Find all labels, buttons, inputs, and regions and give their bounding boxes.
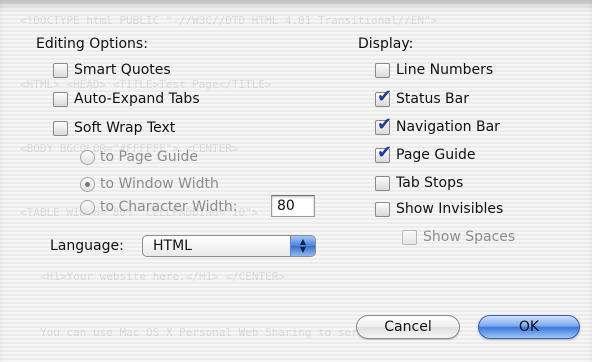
wrap-to-page-guide-label: to Page Guide: [100, 149, 198, 165]
checkbox-box[interactable]: [53, 120, 68, 136]
smart-quotes-checkbox[interactable]: Smart Quotes: [53, 62, 171, 78]
display-heading: Display:: [358, 36, 414, 52]
text-options-sheet: <!DOCTYPE html PUBLIC "-//W3C//DTD HTML …: [0, 0, 592, 362]
checkbox-box[interactable]: [375, 201, 390, 217]
language-label: Language:: [50, 238, 124, 254]
checkbox-box[interactable]: [375, 175, 390, 191]
checkbox-box[interactable]: [375, 62, 390, 78]
soft-wrap-text-label: Soft Wrap Text: [74, 120, 176, 136]
tab-stops-label: Tab Stops: [396, 175, 464, 191]
ok-button[interactable]: OK: [478, 315, 580, 339]
wrap-to-page-guide-radio[interactable]: to Page Guide: [80, 149, 198, 165]
page-guide-checkbox[interactable]: ✔ Page Guide: [375, 143, 476, 163]
radio-button[interactable]: [80, 199, 95, 215]
wrap-to-character-width-label: to Character Width:: [100, 199, 238, 215]
checkbox-box-disabled[interactable]: [402, 229, 417, 245]
auto-expand-tabs-label: Auto-Expand Tabs: [74, 91, 200, 107]
checkmark-icon: ✔: [377, 141, 393, 163]
editing-options-heading: Editing Options:: [36, 36, 148, 52]
line-numbers-checkbox[interactable]: Line Numbers: [375, 62, 493, 78]
show-spaces-checkbox[interactable]: Show Spaces: [402, 229, 515, 245]
checkmark-icon: ✔: [377, 85, 393, 107]
auto-expand-tabs-checkbox[interactable]: Auto-Expand Tabs: [53, 91, 200, 107]
radio-button[interactable]: [80, 149, 95, 165]
tab-stops-checkbox[interactable]: Tab Stops: [375, 175, 463, 191]
status-bar-label: Status Bar: [396, 91, 470, 107]
show-invisibles-checkbox[interactable]: Show Invisibles: [375, 201, 503, 217]
show-invisibles-label: Show Invisibles: [396, 201, 504, 217]
checkbox-box[interactable]: [53, 62, 68, 78]
checkmark-icon: ✔: [377, 113, 393, 135]
language-popup[interactable]: HTML ▲ ▼: [142, 235, 316, 257]
soft-wrap-text-checkbox[interactable]: Soft Wrap Text: [53, 120, 175, 136]
checkbox-box-checked[interactable]: ✔: [375, 143, 392, 163]
cancel-button[interactable]: Cancel: [356, 315, 460, 339]
line-numbers-label: Line Numbers: [396, 62, 494, 78]
navigation-bar-checkbox[interactable]: ✔ Navigation Bar: [375, 115, 500, 135]
language-popup-value: HTML: [153, 238, 192, 254]
checkbox-box[interactable]: [53, 91, 68, 107]
wrap-to-window-width-label: to Window Width: [100, 176, 219, 192]
wrap-to-window-width-radio[interactable]: to Window Width: [80, 176, 219, 192]
radio-dot: [85, 181, 90, 187]
navigation-bar-label: Navigation Bar: [396, 119, 500, 135]
radio-button-selected[interactable]: [80, 176, 95, 192]
checkbox-box-checked[interactable]: ✔: [375, 115, 392, 135]
popup-arrows-icon: ▲ ▼: [290, 236, 315, 256]
status-bar-checkbox[interactable]: ✔ Status Bar: [375, 87, 470, 107]
checkbox-box-checked[interactable]: ✔: [375, 87, 392, 107]
wrap-to-character-width-radio[interactable]: to Character Width:: [80, 199, 237, 215]
character-width-field[interactable]: 80: [271, 195, 315, 217]
show-spaces-label: Show Spaces: [423, 229, 516, 245]
smart-quotes-label: Smart Quotes: [74, 62, 171, 78]
page-guide-label: Page Guide: [396, 147, 476, 163]
